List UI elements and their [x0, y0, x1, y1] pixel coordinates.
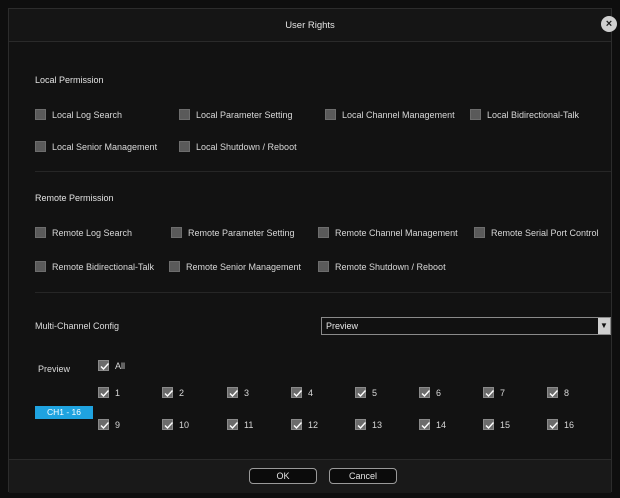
channel-label: 15	[500, 419, 511, 430]
channel-label: 5	[372, 387, 378, 398]
remote-shutdown-reboot-checkbox[interactable]: Remote Shutdown / Reboot	[318, 261, 446, 272]
channel-checkbox[interactable]: 4	[291, 387, 313, 398]
channel-label: 3	[244, 387, 250, 398]
checkbox-icon[interactable]	[325, 109, 336, 120]
preview-label: Preview	[38, 364, 71, 374]
channel-label: 4	[308, 387, 314, 398]
channel-label: 9	[115, 419, 121, 430]
cancel-button[interactable]: Cancel	[329, 468, 397, 484]
checkbox-checked-icon[interactable]	[162, 419, 174, 430]
checkbox-icon[interactable]	[35, 261, 46, 272]
dialog-title: User Rights	[285, 19, 335, 31]
local-log-search-checkbox[interactable]: Local Log Search	[35, 109, 122, 120]
channel-label: 11	[244, 419, 254, 430]
channel-label: 7	[500, 387, 506, 398]
channel-checkbox[interactable]: 5	[355, 387, 377, 398]
checkbox-icon[interactable]	[169, 261, 180, 272]
checkbox-checked-icon[interactable]	[355, 419, 367, 430]
channel-checkbox[interactable]: 7	[483, 387, 505, 398]
channel-label: 14	[436, 419, 447, 430]
channel-checkbox[interactable]: 12	[291, 419, 318, 430]
dialog-titlebar: User Rights ×	[9, 9, 617, 42]
checkbox-checked-icon[interactable]	[227, 387, 239, 398]
remote-serial-port-control-checkbox[interactable]: Remote Serial Port Control	[474, 227, 599, 238]
checkbox-checked-icon[interactable]	[98, 419, 110, 430]
section-divider	[35, 171, 611, 172]
chevron-down-icon[interactable]: ▼	[598, 318, 610, 334]
channel-checkbox[interactable]: 8	[547, 387, 569, 398]
checkbox-icon[interactable]	[35, 227, 46, 238]
channel-label: 16	[564, 419, 575, 430]
channel-label: 6	[436, 387, 442, 398]
local-permission-title: Local Permission	[35, 75, 104, 85]
checkbox-icon[interactable]	[35, 109, 46, 120]
channel-checkbox[interactable]: 15	[483, 419, 510, 430]
channel-checkbox[interactable]: 13	[355, 419, 382, 430]
local-senior-management-checkbox[interactable]: Local Senior Management	[35, 141, 157, 152]
checkbox-checked-icon[interactable]	[291, 387, 303, 398]
channel-checkbox[interactable]: 1	[98, 387, 120, 398]
ok-button[interactable]: OK	[249, 468, 317, 484]
multi-channel-config-select[interactable]: Preview ▼	[321, 317, 611, 335]
close-icon[interactable]: ×	[601, 16, 617, 32]
checkbox-checked-icon[interactable]	[547, 419, 559, 430]
channel-label: 8	[564, 387, 570, 398]
channel-checkbox[interactable]: 16	[547, 419, 574, 430]
channel-group-button[interactable]: CH1 - 16	[35, 406, 93, 419]
checkbox-icon[interactable]	[179, 109, 190, 120]
channel-label: 1	[115, 387, 121, 398]
checkbox-icon[interactable]	[470, 109, 481, 120]
multi-channel-config-label: Multi-Channel Config	[35, 321, 120, 331]
local-parameter-setting-checkbox[interactable]: Local Parameter Setting	[179, 109, 293, 120]
local-bidirectional-talk-checkbox[interactable]: Local Bidirectional-Talk	[470, 109, 579, 120]
all-channels-checkbox[interactable]: All	[98, 360, 125, 371]
channel-checkbox[interactable]: 11	[227, 419, 253, 430]
checkbox-checked-icon[interactable]	[162, 387, 174, 398]
channel-label: 2	[179, 387, 185, 398]
section-divider	[35, 292, 611, 293]
checkbox-checked-icon[interactable]	[547, 387, 559, 398]
checkbox-icon[interactable]	[171, 227, 182, 238]
channel-checkbox[interactable]: 9	[98, 419, 120, 430]
remote-bidirectional-talk-checkbox[interactable]: Remote Bidirectional-Talk	[35, 261, 154, 272]
checkbox-icon[interactable]	[179, 141, 190, 152]
checkbox-checked-icon[interactable]	[483, 419, 495, 430]
local-shutdown-reboot-checkbox[interactable]: Local Shutdown / Reboot	[179, 141, 297, 152]
channel-checkbox[interactable]: 2	[162, 387, 184, 398]
remote-senior-management-checkbox[interactable]: Remote Senior Management	[169, 261, 301, 272]
channel-label: 10	[179, 419, 190, 430]
checkbox-checked-icon[interactable]	[291, 419, 303, 430]
channel-checkbox[interactable]: 10	[162, 419, 189, 430]
checkbox-checked-icon[interactable]	[483, 387, 495, 398]
checkbox-checked-icon[interactable]	[419, 387, 431, 398]
checkbox-checked-icon[interactable]	[355, 387, 367, 398]
channel-checkbox[interactable]: 3	[227, 387, 249, 398]
local-channel-management-checkbox[interactable]: Local Channel Management	[325, 109, 455, 120]
channel-label: 12	[308, 419, 319, 430]
checkbox-icon[interactable]	[318, 261, 329, 272]
checkbox-checked-icon[interactable]	[227, 419, 239, 430]
remote-log-search-checkbox[interactable]: Remote Log Search	[35, 227, 132, 238]
remote-parameter-setting-checkbox[interactable]: Remote Parameter Setting	[171, 227, 295, 238]
checkbox-icon[interactable]	[318, 227, 329, 238]
checkbox-checked-icon[interactable]	[419, 419, 431, 430]
user-rights-dialog: User Rights × Local Permission Local Log…	[8, 8, 617, 493]
dialog-footer: OK Cancel	[9, 459, 611, 493]
channel-checkbox[interactable]: 6	[419, 387, 441, 398]
remote-permission-title: Remote Permission	[35, 193, 114, 203]
channel-checkbox[interactable]: 14	[419, 419, 446, 430]
remote-channel-management-checkbox[interactable]: Remote Channel Management	[318, 227, 458, 238]
checkbox-icon[interactable]	[474, 227, 485, 238]
checkbox-checked-icon[interactable]	[98, 360, 110, 371]
checkbox-icon[interactable]	[35, 141, 46, 152]
checkbox-checked-icon[interactable]	[98, 387, 110, 398]
channel-label: 13	[372, 419, 383, 430]
